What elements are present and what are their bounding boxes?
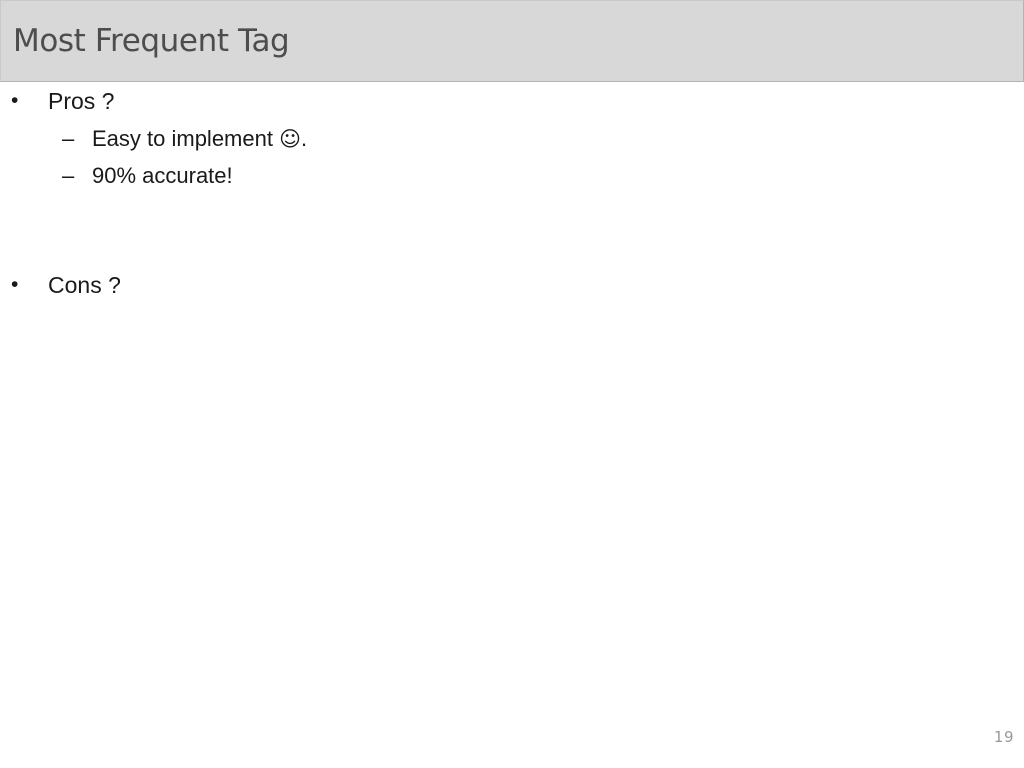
bullet-dash-icon: – — [62, 163, 75, 188]
bullet-dash-icon: – — [62, 126, 75, 151]
list-item-label: Pros ? — [48, 88, 115, 114]
slide: Most Frequent Tag • Pros ? – Easy to imp… — [0, 0, 1024, 768]
slide-body: • Pros ? – Easy to implement ☺. – 90% ac… — [0, 82, 1024, 768]
bullet-dot-icon: • — [11, 89, 19, 112]
page-title: Most Frequent Tag — [13, 23, 290, 59]
list-item-label: Cons ? — [48, 272, 121, 298]
slide-title-bar: Most Frequent Tag — [0, 0, 1024, 82]
list-spacer — [0, 194, 1024, 266]
bullet-dot-icon: • — [11, 273, 19, 296]
list-item: • Cons ? — [0, 266, 1024, 304]
page-number: 19 — [993, 728, 1014, 746]
list-item-label: Easy to implement ☺. — [92, 120, 307, 158]
list-item: – Easy to implement ☺. — [0, 120, 1024, 157]
list-item-label: 90% accurate! — [92, 163, 233, 188]
list-item-text: Easy to implement — [92, 126, 280, 151]
list-item: – 90% accurate! — [0, 157, 1024, 194]
list-item-text-suffix: . — [300, 126, 308, 151]
smiley-face-icon: ☺ — [279, 127, 301, 151]
list-item: • Pros ? — [0, 82, 1024, 120]
bullet-list: • Pros ? – Easy to implement ☺. – 90% ac… — [0, 82, 1024, 304]
